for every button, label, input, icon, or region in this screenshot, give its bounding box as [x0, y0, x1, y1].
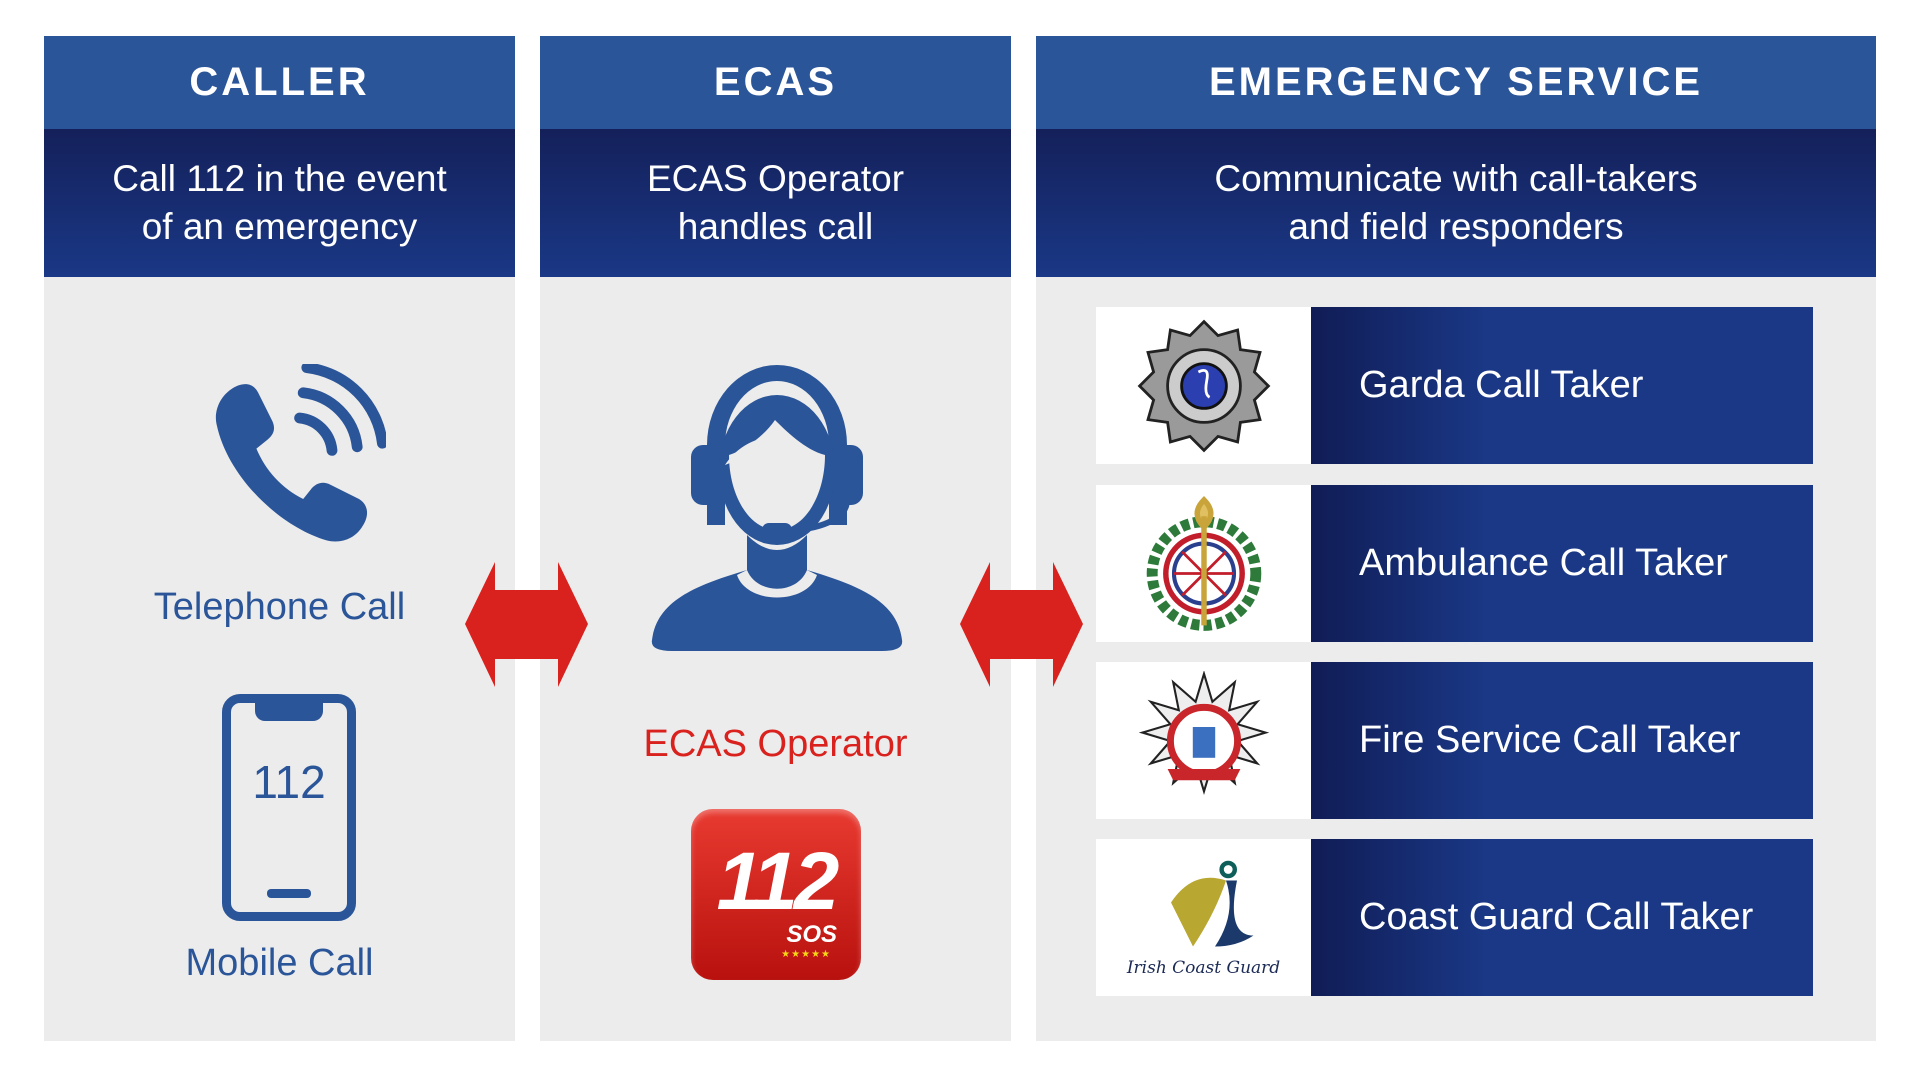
112-sos-logo: 112 SOS ★★★★★: [691, 809, 861, 980]
mobile-screen-text: 112: [252, 756, 326, 808]
logo-number: 112: [716, 836, 840, 927]
mobile-phone-icon: 112: [222, 694, 356, 921]
double-arrow-icon: [960, 562, 1083, 687]
service-row-coast-guard: Irish Coast Guard Coast Guard Call Taker: [1096, 839, 1813, 996]
fire-service-crest-icon: [1096, 662, 1311, 819]
es-subtitle-line: Communicate with call-takers: [1214, 158, 1698, 199]
ecas-subheader: ECAS Operator handles call: [540, 129, 1011, 277]
es-subtitle-line: and field responders: [1288, 206, 1624, 247]
service-row-garda: Garda Call Taker: [1096, 307, 1813, 464]
caller-subtitle-line: Call 112 in the event: [112, 158, 447, 199]
coast-guard-call-taker-label: Coast Guard Call Taker: [1311, 839, 1813, 996]
double-arrow-icon: [465, 562, 588, 687]
caller-subheader: Call 112 in the event of an emergency: [44, 129, 515, 277]
garda-call-taker-label: Garda Call Taker: [1311, 307, 1813, 464]
ambulance-call-taker-label: Ambulance Call Taker: [1311, 485, 1813, 642]
ecas-header: ECAS: [540, 36, 1011, 129]
mobile-call-label: Mobile Call: [185, 942, 374, 984]
emergency-service-header: EMERGENCY SERVICE: [1036, 36, 1876, 129]
caller-subtitle-line: of an emergency: [141, 206, 418, 247]
emergency-service-subheader: Communicate with call-takers and field r…: [1036, 129, 1876, 277]
telephone-icon: [215, 364, 386, 542]
coast-guard-logo-text: Irish Coast Guard: [1126, 957, 1281, 978]
service-row-fire: Fire Service Call Taker: [1096, 662, 1813, 819]
service-row-ambulance: Ambulance Call Taker: [1096, 485, 1813, 642]
telephone-call-label: Telephone Call: [153, 586, 406, 628]
coast-guard-logo-icon: Irish Coast Guard: [1096, 839, 1311, 996]
caller-header: CALLER: [44, 36, 515, 129]
ecas-column: ECAS ECAS Operator handles call ECAS Ope…: [540, 36, 1011, 1041]
ecas-subtitle-line: ECAS Operator: [646, 158, 905, 199]
operator-headset-icon: [651, 365, 903, 651]
fire-service-call-taker-label: Fire Service Call Taker: [1311, 662, 1813, 819]
logo-sos: SOS: [786, 921, 837, 948]
garda-crest-icon: [1096, 307, 1311, 464]
ecas-operator-label: ECAS Operator: [643, 723, 908, 765]
caller-column: CALLER Call 112 in the event of an emerg…: [44, 36, 515, 1041]
ambulance-crest-icon: [1096, 485, 1311, 642]
ecas-subtitle-line: handles call: [677, 206, 874, 247]
